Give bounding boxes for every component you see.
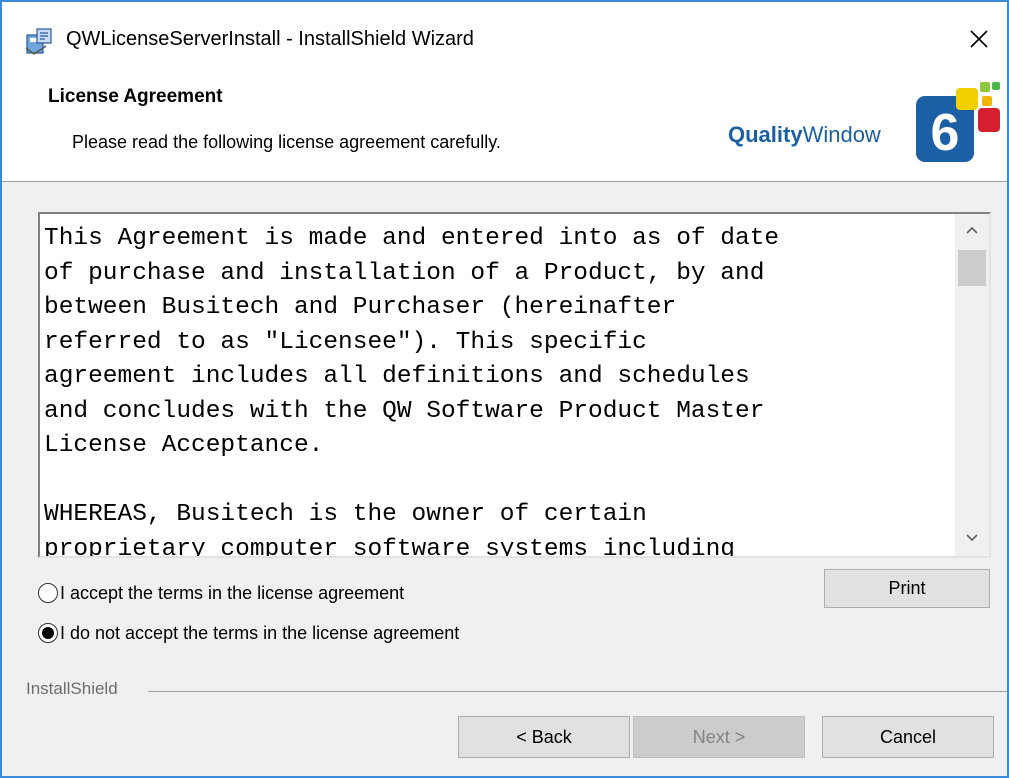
- chevron-down-icon: [965, 530, 979, 548]
- close-button[interactable]: [954, 16, 1004, 66]
- installer-window: QWLicenseServerInstall - InstallShield W…: [0, 0, 1009, 778]
- next-button[interactable]: Next >: [633, 716, 805, 758]
- quality-window-logo-text: QualityWindow: [728, 122, 881, 148]
- scroll-thumb[interactable]: [958, 250, 986, 286]
- accept-terms-radio[interactable]: I accept the terms in the license agreem…: [38, 579, 404, 607]
- logo-brand-bold: Quality: [728, 122, 803, 147]
- radio-button-selected-icon: [38, 623, 58, 643]
- vertical-scrollbar[interactable]: [955, 214, 989, 556]
- installer-package-icon: [24, 26, 54, 56]
- scroll-down-button[interactable]: [955, 522, 989, 556]
- logo-brand-regular: Window: [802, 122, 881, 147]
- logo-badge-number: 6: [931, 104, 960, 162]
- title-bar[interactable]: QWLicenseServerInstall - InstallShield W…: [2, 2, 1007, 74]
- chevron-up-icon: [965, 222, 979, 240]
- page-subtitle: Please read the following license agreem…: [72, 132, 501, 152]
- decline-terms-radio[interactable]: I do not accept the terms in the license…: [38, 619, 459, 647]
- license-agreement-text: This Agreement is made and entered into …: [44, 225, 780, 558]
- quality-window-logo-icon: 6: [916, 74, 1002, 170]
- cancel-button[interactable]: Cancel: [822, 716, 994, 758]
- page-title: License Agreement: [48, 86, 223, 107]
- radio-button-icon: [38, 583, 58, 603]
- wizard-header: License Agreement Please read the follow…: [2, 74, 1007, 182]
- back-button[interactable]: < Back: [458, 716, 630, 758]
- decline-terms-label: I do not accept the terms in the license…: [60, 622, 460, 643]
- scroll-up-button[interactable]: [955, 214, 989, 248]
- footer-divider: [148, 691, 1007, 692]
- installshield-label: InstallShield: [26, 679, 118, 698]
- print-button[interactable]: Print: [824, 569, 990, 608]
- accept-terms-label: I accept the terms in the license agreem…: [60, 582, 405, 603]
- close-icon: [968, 28, 990, 55]
- license-text-box[interactable]: This Agreement is made and entered into …: [38, 212, 991, 558]
- window-title: QWLicenseServerInstall - InstallShield W…: [66, 28, 474, 50]
